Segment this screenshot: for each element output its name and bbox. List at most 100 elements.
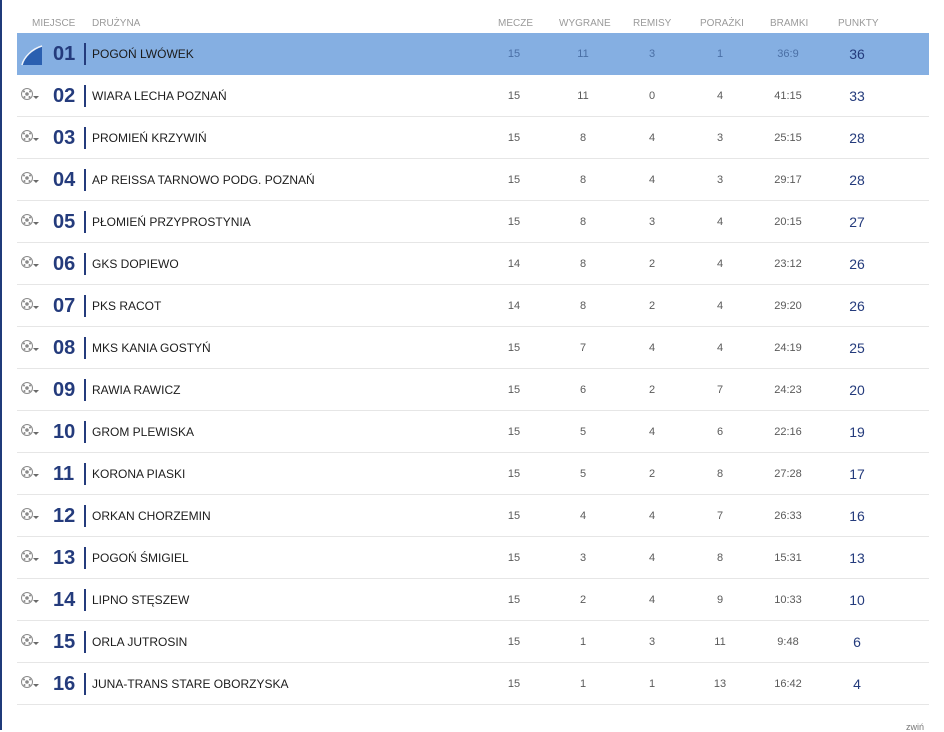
matches-played: 15 [507,384,521,396]
position-separator [84,505,86,527]
soccer-ball-dropdown-icon[interactable] [20,297,40,313]
team-name[interactable]: AP REISSA TARNOWO PODG. POZNAŃ [92,159,315,201]
team-name[interactable]: PROMIEŃ KRZYWIŃ [92,117,207,159]
soccer-ball-dropdown-icon[interactable] [20,549,40,565]
position-separator [84,295,86,317]
table-row[interactable]: 03 PROMIEŃ KRZYWIŃ 15 8 4 3 25:15 28 [17,117,929,159]
table-row[interactable]: 14 LIPNO STĘSZEW 15 2 4 9 10:33 10 [17,579,929,621]
team-name[interactable]: GKS DOPIEWO [92,243,179,285]
team-name[interactable]: RAWIA RAWICZ [92,369,180,411]
matches-played: 15 [507,216,521,228]
team-name[interactable]: PŁOMIEŃ PRZYPROSTYNIA [92,201,251,243]
losses: 6 [716,426,724,438]
soccer-ball-dropdown-icon[interactable] [20,171,40,187]
table-row[interactable]: 11 KORONA PIASKI 15 5 2 8 27:28 17 [17,453,929,495]
losses: 3 [716,174,724,186]
table-row[interactable]: 10 GROM PLEWISKA 15 5 4 6 22:16 19 [17,411,929,453]
soccer-ball-dropdown-icon[interactable] [20,87,40,103]
table-row[interactable]: 12 ORKAN CHORZEMIN 15 4 4 7 26:33 16 [17,495,929,537]
matches-played: 15 [507,174,521,186]
wins: 5 [579,426,587,438]
table-body: 01 POGOŃ LWÓWEK 15 11 3 1 36:9 36 02 WIARA LECHA … [17,33,929,705]
wins: 8 [579,216,587,228]
table-row[interactable]: 06 GKS DOPIEWO 14 8 2 4 23:12 26 [17,243,929,285]
team-name[interactable]: JUNA-TRANS STARE OBORZYSKA [92,663,288,705]
position-separator [84,337,86,359]
team-name[interactable]: KORONA PIASKI [92,453,185,495]
table-row[interactable]: 16 JUNA-TRANS STARE OBORZYSKA 15 1 1 13 16:42 4 [17,663,929,705]
draws: 4 [648,174,656,186]
wins: 3 [579,552,587,564]
wins: 11 [577,90,589,102]
team-name[interactable]: ORLA JUTROSIN [92,621,187,663]
table-row[interactable]: 04 AP REISSA TARNOWO PODG. POZNAŃ 15 8 4 3 29:… [17,159,929,201]
team-name[interactable]: LIPNO STĘSZEW [92,579,189,621]
table-row[interactable]: 01 POGOŃ LWÓWEK 15 11 3 1 36:9 36 [17,33,929,75]
points: 26 [849,298,865,314]
goals: 16:42 [774,678,802,690]
soccer-ball-dropdown-icon[interactable] [20,381,40,397]
soccer-ball-dropdown-icon[interactable] [20,675,40,691]
losses: 8 [716,468,724,480]
points: 10 [849,592,865,608]
table-row[interactable]: 09 RAWIA RAWICZ 15 6 2 7 24:23 20 [17,369,929,411]
losses: 11 [714,636,726,648]
losses: 7 [716,384,724,396]
table-row[interactable]: 08 MKS KANIA GOSTYŃ 15 7 4 4 24:19 25 [17,327,929,369]
draws: 2 [648,258,656,270]
position-separator [84,589,86,611]
matches-played: 14 [507,300,521,312]
collapse-link[interactable]: zwiń [906,722,924,732]
soccer-ball-dropdown-icon[interactable] [20,423,40,439]
soccer-ball-dropdown-icon[interactable] [20,507,40,523]
position-number: 12 [53,505,76,527]
position-separator [84,547,86,569]
team-name[interactable]: PKS RACOT [92,285,161,327]
losses: 7 [716,510,724,522]
points: 25 [849,340,865,356]
matches-played: 15 [507,468,521,480]
matches-played: 15 [507,342,521,354]
wins: 8 [579,258,587,270]
team-name[interactable]: MKS KANIA GOSTYŃ [92,327,211,369]
team-name[interactable]: ORKAN CHORZEMIN [92,495,211,537]
team-name[interactable]: WIARA LECHA POZNAŃ [92,75,227,117]
position-separator [84,379,86,401]
team-name[interactable]: GROM PLEWISKA [92,411,194,453]
header-remisy: REMISY [633,18,672,29]
table-row[interactable]: 05 PŁOMIEŃ PRZYPROSTYNIA 15 8 3 4 20:15 27 [17,201,929,243]
team-name[interactable]: POGOŃ LWÓWEK [92,33,194,75]
matches-played: 15 [507,426,521,438]
points: 4 [853,676,861,692]
losses: 1 [716,48,724,60]
points: 6 [853,634,861,650]
position-separator [84,169,86,191]
position-separator [84,211,86,233]
soccer-ball-dropdown-icon[interactable] [20,129,40,145]
soccer-ball-dropdown-icon[interactable] [20,465,40,481]
table-row[interactable]: 13 POGOŃ ŚMIGIEL 15 3 4 8 15:31 13 [17,537,929,579]
goals: 22:16 [774,426,802,438]
points: 26 [849,256,865,272]
goals: 24:23 [774,384,802,396]
table-row[interactable]: 07 PKS RACOT 14 8 2 4 29:20 26 [17,285,929,327]
goals: 24:19 [774,342,802,354]
goals: 41:15 [774,90,802,102]
position-separator [84,127,86,149]
soccer-ball-dropdown-icon[interactable] [20,255,40,271]
table-row[interactable]: 15 ORLA JUTROSIN 15 1 3 11 9:48 6 [17,621,929,663]
soccer-ball-dropdown-icon[interactable] [20,591,40,607]
draws: 2 [648,384,656,396]
team-name[interactable]: POGOŃ ŚMIGIEL [92,537,189,579]
matches-played: 15 [507,132,521,144]
soccer-ball-dropdown-icon[interactable] [20,213,40,229]
matches-played: 15 [507,678,521,690]
wins: 8 [579,132,587,144]
table-row[interactable]: 02 WIARA LECHA POZNAŃ 15 11 0 4 41:15 33 [17,75,929,117]
losses: 8 [716,552,724,564]
draws: 0 [648,90,656,102]
points: 27 [849,214,865,230]
soccer-ball-dropdown-icon[interactable] [20,339,40,355]
points: 17 [849,466,865,482]
soccer-ball-dropdown-icon[interactable] [20,633,40,649]
